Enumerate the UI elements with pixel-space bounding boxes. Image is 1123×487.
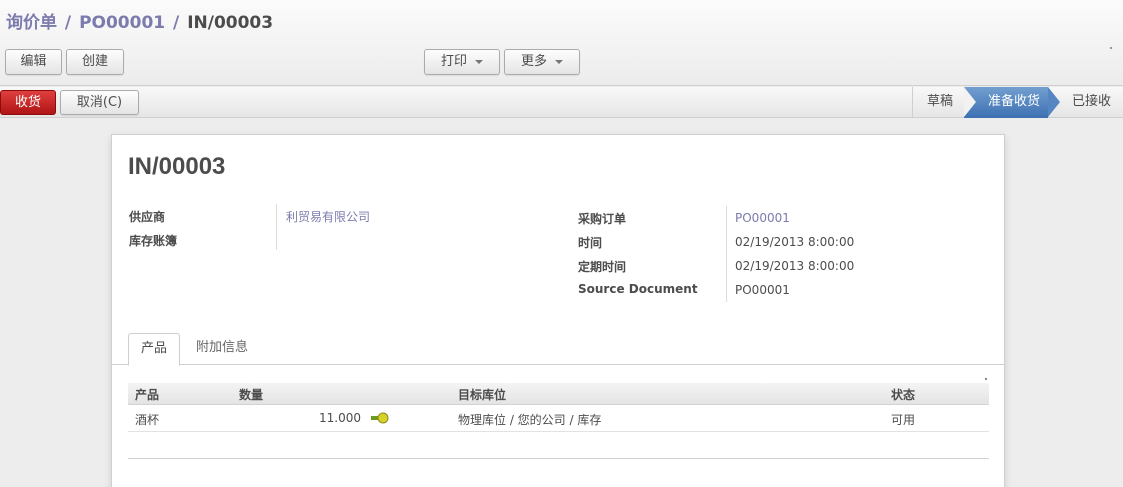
breadcrumb-link-po[interactable]: PO00001 — [79, 13, 165, 33]
step-draft: 草稿 — [927, 94, 954, 109]
cancel-button[interactable]: 取消(C) — [60, 90, 139, 115]
record-title: IN/00003 — [128, 153, 226, 180]
date-value: 02/19/2013 8:00:00 — [735, 235, 855, 249]
purchase-order-value[interactable]: PO00001 — [735, 211, 790, 225]
print-dropdown-button[interactable]: 打印 — [424, 49, 500, 75]
column-header-quantity[interactable]: 数量 — [239, 386, 263, 403]
column-header-destination[interactable]: 目标库位 — [458, 386, 506, 403]
breadcrumb-separator: / — [173, 13, 180, 33]
field-label-supplier: 供应商 — [129, 210, 166, 224]
step-ready-active: 准备收货 — [964, 87, 1060, 118]
cell-destination: 物理库位 / 您的公司 / 库存 — [458, 413, 602, 427]
header-bar: 询价单 / PO00001 / IN/00003 编辑 创建 打印 更多 — [0, 0, 1123, 86]
notebook-tabs: 产品 附加信息 — [112, 333, 1004, 366]
field-label-scheduled-date: 定期时间 — [578, 260, 627, 274]
cell-state: 可用 — [891, 413, 916, 427]
cell-quantity: 11.000 — [319, 411, 361, 425]
tab-products[interactable]: 产品 — [128, 333, 180, 366]
caret-down-icon — [555, 59, 563, 64]
table-row[interactable]: 酒杯 11.000 物理库位 / 您的公司 / 库存 可用 — [128, 405, 989, 432]
field-divider — [726, 206, 727, 302]
field-label-stock-journal: 库存账簿 — [129, 234, 178, 248]
breadcrumb-current: IN/00003 — [187, 13, 274, 33]
breadcrumb-separator: / — [64, 13, 72, 33]
cell-product: 酒杯 — [135, 413, 160, 427]
column-header-product[interactable]: 产品 — [135, 386, 159, 403]
form-sheet: IN/00003 供应商 库存账簿 利贸易有限公司 采购订单 时间 定期时间 S… — [111, 134, 1005, 487]
scheduled-date-value: 02/19/2013 8:00:00 — [735, 259, 855, 273]
breadcrumb-link-quotations[interactable]: 询价单 — [6, 13, 57, 33]
more-dropdown-button[interactable]: 更多 — [504, 49, 580, 75]
column-header-state[interactable]: 状态 — [891, 386, 915, 403]
table-footer — [128, 432, 989, 459]
table-header: 产品 数量 目标库位 状态 — [128, 383, 989, 405]
print-label: 打印 — [440, 54, 467, 69]
divider-dot — [1110, 47, 1112, 49]
status-bar: 收货 取消(C) 草稿 准备收货 已接收 — [0, 87, 1123, 118]
supplier-value[interactable]: 利贸易有限公司 — [286, 208, 370, 225]
move-lines-table: 产品 数量 目标库位 状态 酒杯 11.000 物理库位 / 您的公司 / 库存… — [128, 383, 989, 459]
move-arrow-icon[interactable] — [371, 412, 389, 424]
field-label-purchase-order: 采购订单 — [578, 212, 627, 226]
field-label-source-document: Source Document — [578, 282, 698, 296]
workflow-steps: 草稿 准备收货 已接收 — [912, 87, 1123, 118]
field-divider — [276, 204, 277, 250]
create-button[interactable]: 创建 — [66, 49, 124, 75]
divider-dot — [985, 378, 987, 380]
breadcrumb: 询价单 / PO00001 / IN/00003 — [6, 8, 273, 33]
tab-additional-info[interactable]: 附加信息 — [192, 333, 252, 365]
more-label: 更多 — [520, 54, 547, 69]
source-document-value: PO00001 — [735, 283, 790, 297]
edit-button[interactable]: 编辑 — [5, 49, 62, 75]
field-label-date: 时间 — [578, 236, 603, 250]
receive-button[interactable]: 收货 — [0, 90, 56, 115]
caret-down-icon — [475, 59, 483, 64]
